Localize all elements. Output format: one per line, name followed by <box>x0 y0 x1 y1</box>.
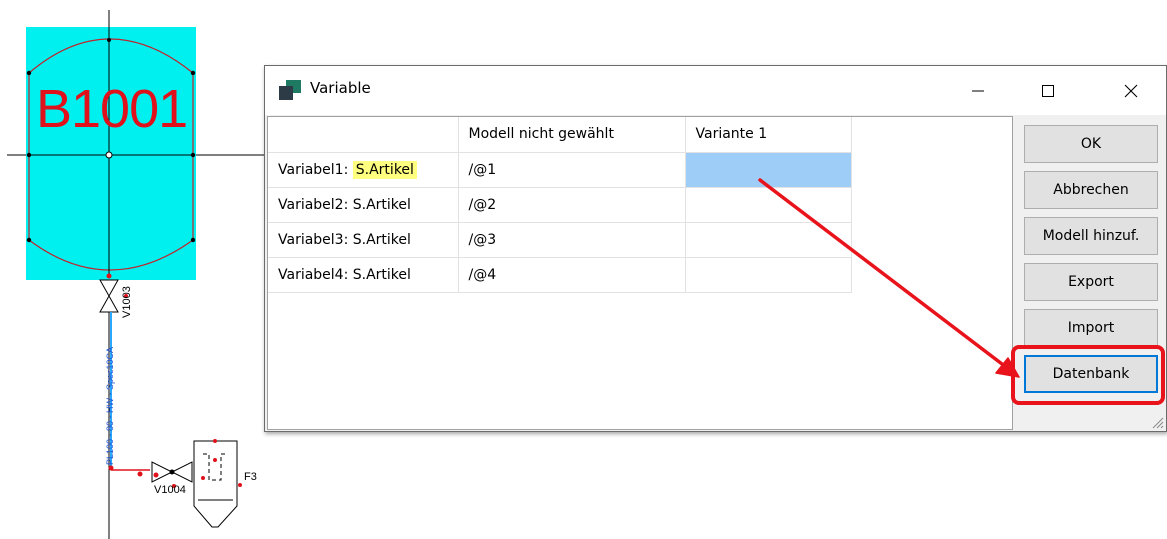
close-button[interactable] <box>1108 66 1154 115</box>
row-name-prefix: Variabel1: <box>278 161 353 178</box>
annotation-highlight-box <box>1011 345 1165 405</box>
resize-grip-icon[interactable] <box>1150 415 1164 429</box>
row-name-highlight: S.Artikel <box>352 160 417 179</box>
table-row: Variabel3: S.Artikel /@3 <box>268 222 852 258</box>
maximize-button[interactable] <box>1025 66 1071 115</box>
row-name-cell[interactable]: Variabel4: S.Artikel <box>268 257 459 293</box>
close-icon <box>1124 84 1138 97</box>
column-header-model[interactable]: Modell nicht gewählt <box>458 117 686 153</box>
export-button[interactable]: Export <box>1024 263 1158 301</box>
tank-label: B1001 <box>36 79 188 139</box>
app-window-icon <box>279 80 301 100</box>
dialog-titlebar[interactable]: Variable <box>265 66 1166 115</box>
row-name-cell[interactable]: Variabel3: S.Artikel <box>268 222 459 258</box>
add-model-button[interactable]: Modell hinzuf. <box>1024 217 1158 255</box>
dialog-title: Variable <box>310 79 371 97</box>
valve-label-v1003: V1003 <box>121 286 133 318</box>
cancel-button[interactable]: Abbrechen <box>1024 171 1158 209</box>
maximize-icon <box>1042 84 1054 97</box>
pipe-label: PL100 - 80 - HW - Spec10CA <box>105 346 115 465</box>
row-value-cell[interactable]: /@2 <box>458 187 686 223</box>
row-variant-cell-selected[interactable] <box>685 152 852 188</box>
variable-grid[interactable]: Modell nicht gewählt Variante 1 Variabel… <box>267 116 1013 430</box>
valve-label-v1004: V1004 <box>154 484 186 496</box>
column-header-name[interactable] <box>268 117 459 153</box>
table-row: Variabel4: S.Artikel /@4 <box>268 257 852 293</box>
minimize-button[interactable] <box>955 66 1001 115</box>
minimize-icon <box>972 90 984 91</box>
ok-button[interactable]: OK <box>1024 125 1158 163</box>
row-value-cell[interactable]: /@3 <box>458 222 686 258</box>
equipment-f3 <box>172 439 242 528</box>
column-header-variant-1[interactable]: Variante 1 <box>685 117 852 153</box>
row-name-cell[interactable]: Variabel1: S.Artikel <box>268 152 459 188</box>
row-variant-cell[interactable] <box>685 222 852 258</box>
import-button[interactable]: Import <box>1024 309 1158 347</box>
row-variant-cell[interactable] <box>685 187 852 223</box>
table-row: Variabel1: S.Artikel /@1 <box>268 152 852 188</box>
row-value-cell[interactable]: /@4 <box>458 257 686 293</box>
table-row: Variabel2: S.Artikel /@2 <box>268 187 852 223</box>
row-value-cell[interactable]: /@1 <box>458 152 686 188</box>
valve-v1003 <box>99 279 119 313</box>
equipment-label-f3: F3 <box>244 471 257 483</box>
row-name-cell[interactable]: Variabel2: S.Artikel <box>268 187 459 223</box>
variable-table: Modell nicht gewählt Variante 1 Variabel… <box>268 117 852 293</box>
table-header-row: Modell nicht gewählt Variante 1 <box>268 117 852 153</box>
row-variant-cell[interactable] <box>685 257 852 293</box>
